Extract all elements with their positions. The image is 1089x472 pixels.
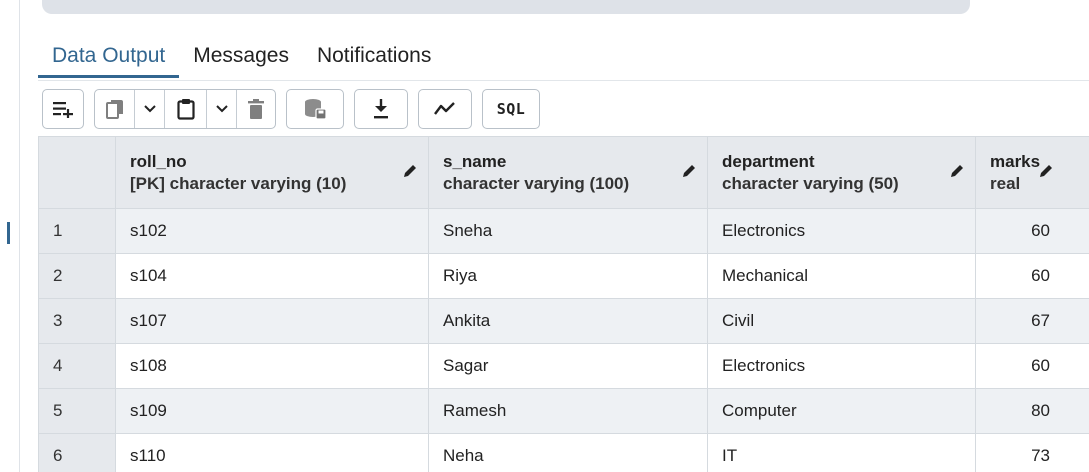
graph-group [418, 88, 472, 129]
download-icon [374, 98, 388, 118]
result-tabs: Data Output Messages Notifications [38, 26, 445, 78]
add-row-button[interactable] [43, 90, 83, 128]
save-data-icon [305, 98, 326, 120]
paste-button[interactable] [165, 89, 207, 128]
sql-button[interactable]: SQL [483, 90, 539, 128]
cell-department[interactable]: IT [707, 433, 976, 472]
data-grid: roll_no [PK] character varying (10) s_na… [38, 136, 1089, 472]
delete-icon [248, 98, 264, 119]
cell-s-name[interactable]: Ramesh [428, 388, 708, 434]
copy-button[interactable] [95, 89, 135, 128]
graph-icon [434, 101, 455, 115]
column-type: character varying (100) [443, 173, 630, 193]
cell-department[interactable]: Mechanical [707, 253, 976, 299]
cell-roll-no[interactable]: s104 [115, 253, 429, 299]
column-header-department[interactable]: department character varying (50) [707, 136, 976, 209]
cell-marks[interactable]: 60 [975, 253, 1089, 299]
left-gutter [0, 0, 20, 472]
table-row[interactable]: 3 s107 Ankita Civil 67 [38, 298, 1089, 344]
table-row[interactable]: 6 s110 Neha IT 73 [38, 433, 1089, 472]
cell-roll-no[interactable]: s102 [115, 208, 429, 254]
cell-marks[interactable]: 60 [975, 343, 1089, 389]
delete-button[interactable] [237, 90, 275, 128]
cell-roll-no[interactable]: s109 [115, 388, 429, 434]
cell-department[interactable]: Computer [707, 388, 976, 434]
column-name: s_name [443, 151, 507, 171]
add-row-group [42, 88, 84, 129]
chevron-down-icon [215, 104, 228, 112]
column-name: department [722, 151, 815, 171]
row-number[interactable]: 1 [38, 208, 116, 254]
row-number[interactable]: 6 [38, 433, 116, 472]
cell-marks[interactable]: 60 [975, 208, 1089, 254]
sql-label: SQL [496, 99, 526, 118]
chevron-down-icon [143, 104, 156, 112]
data-toolbar: SQL [38, 80, 1089, 136]
copy-icon [105, 99, 123, 119]
row-number[interactable]: 2 [38, 253, 116, 299]
paste-options-button[interactable] [207, 89, 237, 128]
sql-group: SQL [482, 88, 540, 129]
download-button[interactable] [355, 90, 407, 128]
column-type: character varying (50) [722, 173, 899, 193]
row-number[interactable]: 3 [38, 298, 116, 344]
cell-s-name[interactable]: Riya [428, 253, 708, 299]
row-number[interactable]: 4 [38, 343, 116, 389]
download-group [354, 88, 408, 129]
column-header-s-name[interactable]: s_name character varying (100) [428, 136, 708, 209]
cell-marks[interactable]: 80 [975, 388, 1089, 434]
table-row[interactable]: 1 s102 Sneha Electronics 60 [38, 208, 1089, 254]
cell-s-name[interactable]: Neha [428, 433, 708, 472]
tab-messages[interactable]: Messages [179, 26, 303, 78]
cell-s-name[interactable]: Sneha [428, 208, 708, 254]
edit-icon[interactable] [1038, 163, 1054, 179]
horizontal-scrollbar[interactable] [42, 0, 970, 14]
table-row[interactable]: 2 s104 Riya Mechanical 60 [38, 253, 1089, 299]
table-row[interactable]: 5 s109 Ramesh Computer 80 [38, 388, 1089, 434]
paste-icon [176, 98, 195, 120]
cell-department[interactable]: Civil [707, 298, 976, 344]
cell-roll-no[interactable]: s108 [115, 343, 429, 389]
column-header-marks[interactable]: marks real [975, 136, 1089, 209]
column-header-roll-no[interactable]: roll_no [PK] character varying (10) [115, 136, 429, 209]
edit-icon[interactable] [402, 163, 418, 179]
edit-icon[interactable] [949, 163, 965, 179]
select-all-cell[interactable] [38, 136, 116, 209]
cell-marks[interactable]: 73 [975, 433, 1089, 472]
cell-department[interactable]: Electronics [707, 343, 976, 389]
graph-visualiser-button[interactable] [419, 90, 471, 128]
save-data-button[interactable] [287, 90, 343, 128]
column-name: roll_no [130, 151, 187, 171]
cell-s-name[interactable]: Ankita [428, 298, 708, 344]
cell-marks[interactable]: 67 [975, 298, 1089, 344]
tab-data-output[interactable]: Data Output [38, 26, 180, 78]
cell-roll-no[interactable]: s107 [115, 298, 429, 344]
grid-header-row: roll_no [PK] character varying (10) s_na… [38, 136, 1089, 209]
copy-options-button[interactable] [135, 89, 165, 128]
resize-handle[interactable] [7, 222, 10, 244]
save-data-group [286, 88, 344, 129]
row-number[interactable]: 5 [38, 388, 116, 434]
table-row[interactable]: 4 s108 Sagar Electronics 60 [38, 343, 1089, 389]
edit-icon[interactable] [681, 163, 697, 179]
copy-group [94, 88, 276, 129]
tab-notifications[interactable]: Notifications [303, 26, 445, 78]
cell-roll-no[interactable]: s110 [115, 433, 429, 472]
add-row-icon [53, 101, 73, 118]
column-type: [PK] character varying (10) [130, 173, 347, 193]
cell-department[interactable]: Electronics [707, 208, 976, 254]
cell-s-name[interactable]: Sagar [428, 343, 708, 389]
